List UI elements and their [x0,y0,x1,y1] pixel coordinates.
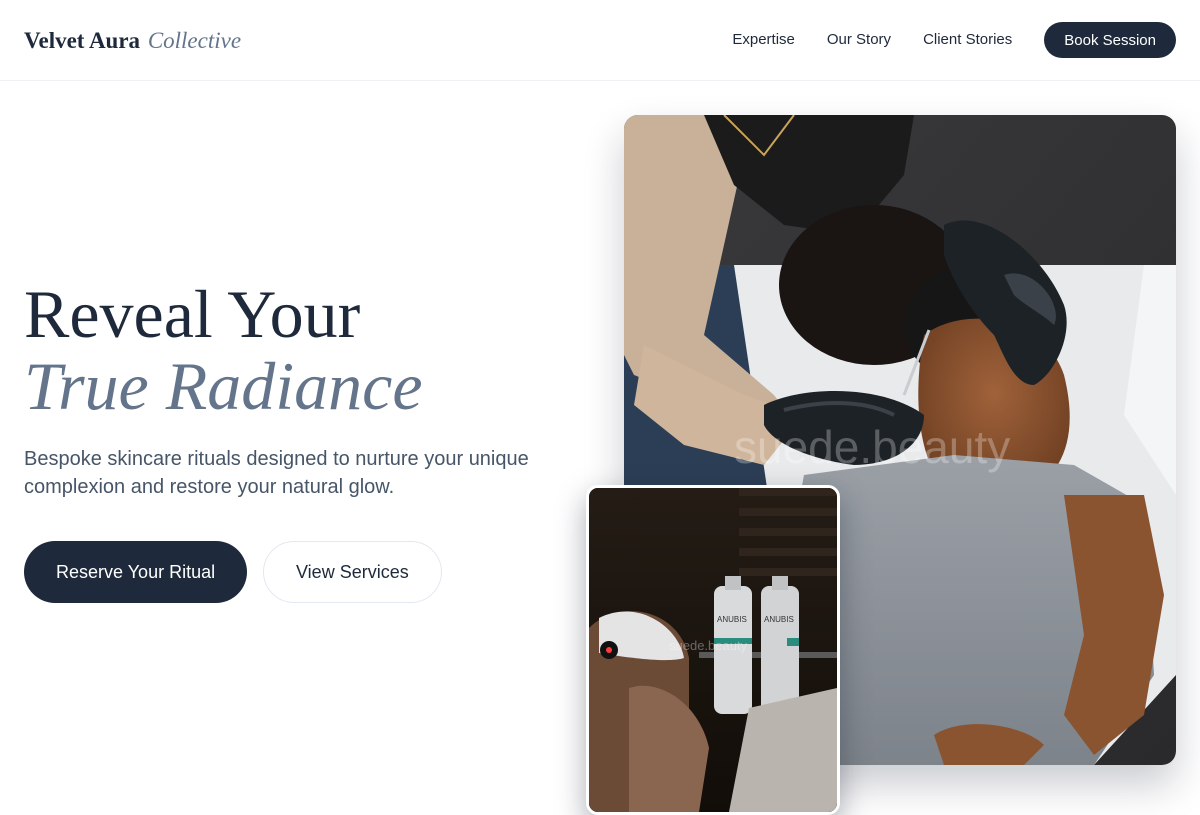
hero-title-line2: True Radiance [24,348,423,424]
small-photo-watermark: suede.beauty [669,638,748,653]
bottle-label-1: ANUBIS [717,615,747,624]
book-session-button[interactable]: Book Session [1044,22,1176,58]
nav-link-expertise[interactable]: Expertise [732,22,795,58]
nav-link-client-stories[interactable]: Client Stories [923,22,1012,58]
nav-link-our-story[interactable]: Our Story [827,22,891,58]
main-photo-watermark: suede.beauty [734,421,1010,473]
hero-title-line1: Reveal Your [24,276,361,352]
bottle-label-2: ANUBIS [764,615,794,624]
view-services-button[interactable]: View Services [263,541,442,603]
hero-title: Reveal Your True Radiance [24,278,423,422]
hero-subtitle: Bespoke skincare rituals designed to nur… [24,448,529,498]
main-nav: Expertise Our Story Client Stories Book … [732,22,1176,58]
hero-secondary-photo: ANUBIS ANUBIS suede.beauty [586,485,840,815]
led-treatment-illustration: ANUBIS ANUBIS suede.beauty [589,488,837,812]
logo-sub-text: Collective [147,28,242,53]
site-header: Velvet Aura Collective Expertise Our Sto… [0,0,1200,81]
reserve-ritual-button[interactable]: Reserve Your Ritual [24,541,248,603]
logo-main-text: Velvet Aura [24,28,141,53]
brand-logo[interactable]: Velvet Aura Collective [24,27,241,55]
